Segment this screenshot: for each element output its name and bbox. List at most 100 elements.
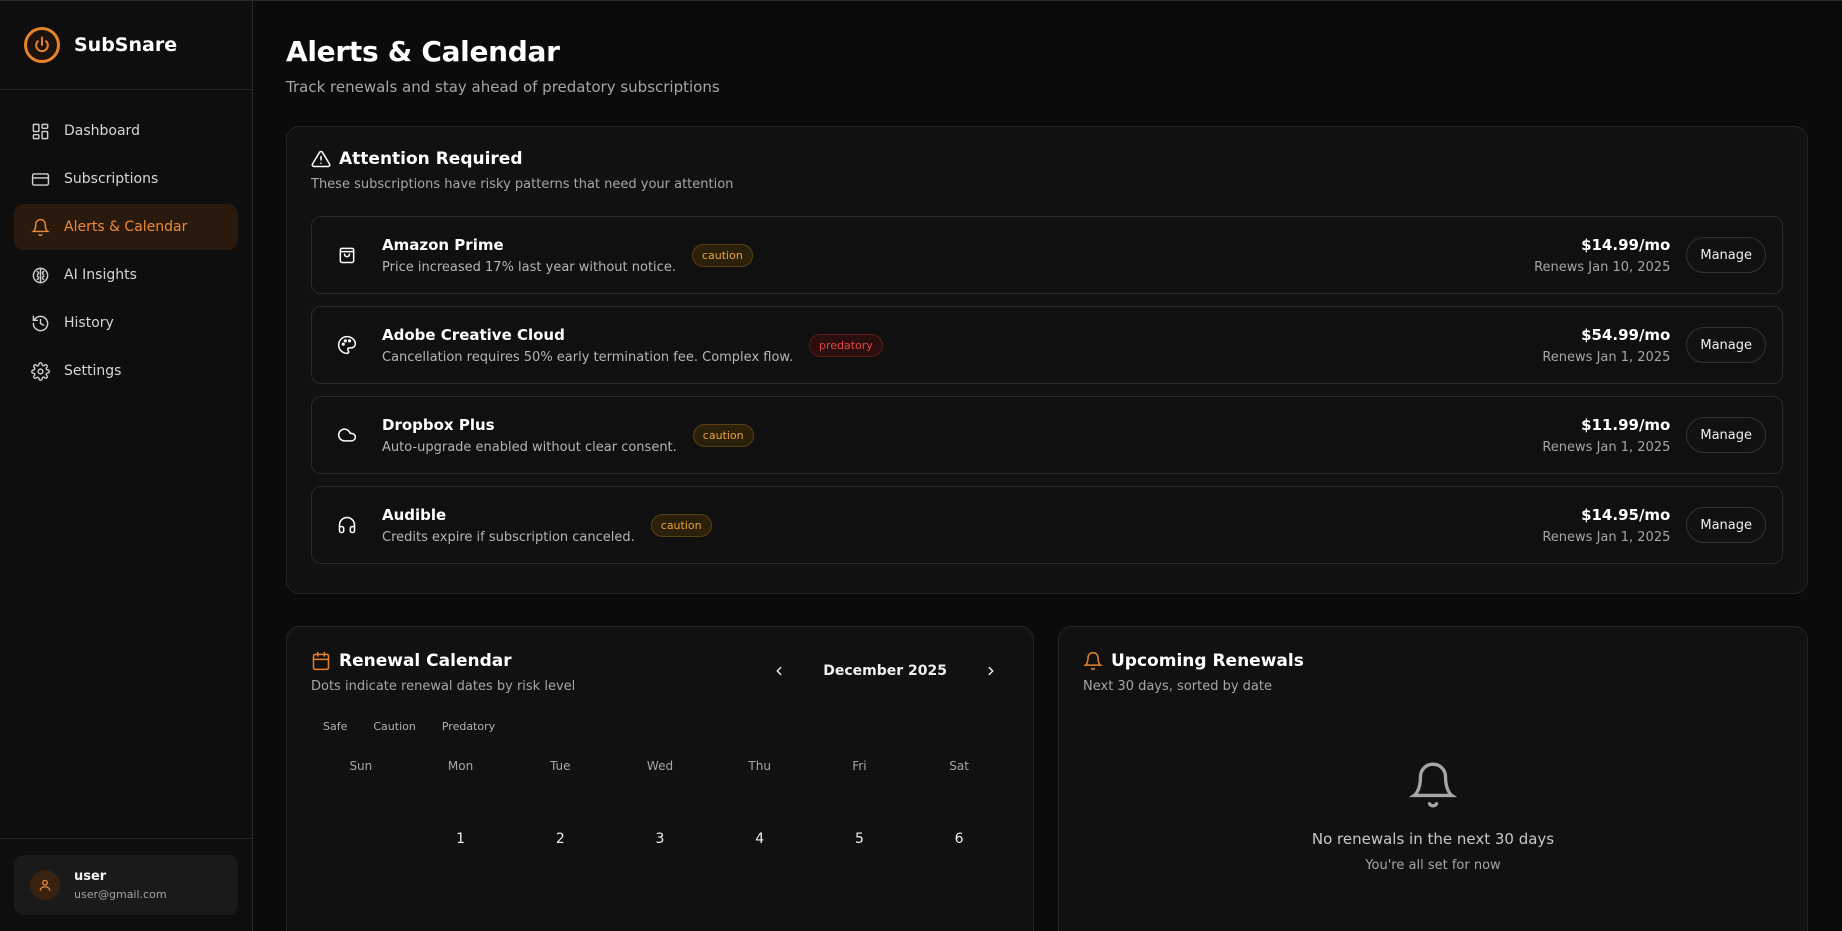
- sidebar-item-alerts-calendar[interactable]: Alerts & Calendar: [14, 204, 238, 250]
- legend-caution: Caution: [373, 720, 416, 733]
- upcoming-title: Upcoming Renewals: [1111, 651, 1304, 671]
- legend-predatory: Predatory: [441, 720, 496, 733]
- calendar-day[interactable]: 1: [411, 831, 511, 847]
- sidebar-item-label: Alerts & Calendar: [64, 219, 188, 235]
- manage-button[interactable]: Manage: [1686, 237, 1766, 273]
- user-icon: [39, 879, 51, 891]
- user-email: user@gmail.com: [74, 888, 167, 901]
- brand[interactable]: SubSnare: [0, 1, 252, 90]
- status-badge: caution: [650, 513, 712, 537]
- calendar-day[interactable]: 5: [810, 831, 910, 847]
- sidebar-item-label: Settings: [64, 363, 122, 379]
- chevron-left-icon: [776, 666, 782, 676]
- alert-row-amazon-prime: Amazon Prime Price increased 17% last ye…: [311, 216, 1783, 294]
- calendar-day[interactable]: 3: [610, 831, 710, 847]
- chevron-right-icon: [988, 666, 994, 676]
- headphones-icon: [336, 514, 358, 536]
- sidebar-nav: Dashboard Subscriptions Alerts & Calenda…: [0, 90, 252, 396]
- prev-month-button[interactable]: [767, 659, 791, 683]
- calendar-icon: [312, 651, 330, 671]
- alert-reason: Cancellation requires 50% early terminat…: [382, 349, 793, 365]
- user-area: user user@gmail.com: [0, 838, 252, 931]
- shopping-bag-icon: [336, 244, 358, 266]
- alert-name: Amazon Prime: [382, 235, 504, 254]
- sidebar-item-label: AI Insights: [64, 267, 137, 283]
- calendar-days: 1 2 3 4 5 6: [311, 831, 1009, 847]
- status-badge: caution: [692, 423, 754, 447]
- sidebar-item-label: Dashboard: [64, 123, 140, 139]
- manage-button[interactable]: Manage: [1686, 417, 1766, 453]
- alert-row-adobe-creative-cloud: Adobe Creative Cloud Cancellation requir…: [311, 306, 1783, 384]
- sidebar-item-label: History: [64, 315, 114, 331]
- status-badge: predatory: [808, 333, 883, 357]
- gear-icon: [30, 361, 50, 381]
- alert-reason: Credits expire if subscription canceled.: [382, 529, 635, 545]
- month-label: December 2025: [823, 663, 947, 679]
- alert-price: $54.99/mo: [1581, 325, 1671, 344]
- alert-renews: Renews Jan 1, 2025: [1542, 439, 1671, 455]
- manage-button[interactable]: Manage: [1686, 327, 1766, 363]
- empty-state: No renewals in the next 30 days You're a…: [1083, 760, 1783, 873]
- brand-name: SubSnare: [74, 34, 178, 56]
- weekday-label: Thu: [748, 759, 771, 773]
- legend-safe: Safe: [323, 720, 348, 733]
- alert-row-audible: Audible Credits expire if subscription c…: [311, 486, 1783, 564]
- alert-name: Dropbox Plus: [382, 415, 495, 434]
- calendar-description: Dots indicate renewal dates by risk leve…: [311, 679, 576, 694]
- grid-icon: [30, 121, 50, 141]
- alert-reason: Price increased 17% last year without no…: [382, 259, 676, 275]
- calendar-day-empty: [311, 831, 411, 847]
- calendar-title: Renewal Calendar: [339, 651, 512, 671]
- calendar-day[interactable]: 6: [909, 831, 1009, 847]
- calendar-day[interactable]: 4: [710, 831, 810, 847]
- user-name: user: [74, 869, 107, 884]
- alert-name: Audible: [382, 505, 447, 524]
- empty-state-title: No renewals in the next 30 days: [1311, 830, 1555, 848]
- weekday-label: Tue: [550, 759, 571, 773]
- alert-renews: Renews Jan 1, 2025: [1542, 349, 1671, 365]
- attention-description: These subscriptions have risky patterns …: [311, 177, 734, 192]
- weekday-label: Fri: [852, 759, 867, 773]
- sidebar-item-dashboard[interactable]: Dashboard: [14, 108, 238, 154]
- user-card[interactable]: user user@gmail.com: [14, 855, 238, 915]
- sidebar-item-label: Subscriptions: [64, 171, 159, 187]
- alert-renews: Renews Jan 1, 2025: [1542, 529, 1671, 545]
- empty-state-subtitle: You're all set for now: [1365, 858, 1501, 873]
- alert-name: Adobe Creative Cloud: [382, 325, 565, 344]
- weekday-label: Mon: [447, 759, 474, 773]
- alert-list: Amazon Prime Price increased 17% last ye…: [311, 216, 1783, 564]
- alert-price: $14.95/mo: [1581, 505, 1671, 524]
- palette-icon: [336, 334, 358, 356]
- next-month-button[interactable]: [979, 659, 1003, 683]
- month-navigation: December 2025: [767, 659, 1003, 683]
- sidebar-item-settings[interactable]: Settings: [14, 348, 238, 394]
- warning-triangle-icon: [311, 150, 331, 168]
- renewal-calendar-card: Renewal Calendar Dots indicate renewal d…: [286, 626, 1034, 931]
- credit-card-icon: [30, 169, 50, 189]
- main-content: Alerts & Calendar Track renewals and sta…: [253, 1, 1842, 931]
- brand-logo-icon: [24, 27, 60, 63]
- bell-icon: [1083, 651, 1103, 671]
- calendar-legend: Safe Caution Predatory: [311, 720, 1009, 733]
- sidebar-item-subscriptions[interactable]: Subscriptions: [14, 156, 238, 202]
- manage-button[interactable]: Manage: [1686, 507, 1766, 543]
- sidebar-item-ai-insights[interactable]: AI Insights: [14, 252, 238, 298]
- calendar-day[interactable]: 2: [510, 831, 610, 847]
- weekday-label: Wed: [646, 759, 674, 773]
- alert-reason: Auto-upgrade enabled without clear conse…: [382, 439, 677, 455]
- page-subtitle: Track renewals and stay ahead of predato…: [286, 78, 720, 96]
- status-badge: caution: [691, 243, 753, 267]
- sidebar: SubSnare Dashboard Subscriptions Alerts …: [0, 1, 253, 931]
- attention-title: Attention Required: [339, 149, 523, 169]
- history-icon: [30, 313, 50, 333]
- sidebar-item-history[interactable]: History: [14, 300, 238, 346]
- calendar-weekdays: Sun Mon Tue Wed Thu Fri Sat: [311, 759, 1009, 773]
- upcoming-description: Next 30 days, sorted by date: [1083, 679, 1272, 694]
- alert-renews: Renews Jan 10, 2025: [1534, 259, 1671, 275]
- bell-icon: [1408, 762, 1458, 808]
- bell-icon: [30, 217, 50, 237]
- app-shell: SubSnare Dashboard Subscriptions Alerts …: [0, 0, 1842, 931]
- weekday-label: Sat: [949, 759, 969, 773]
- alert-price: $11.99/mo: [1581, 415, 1671, 434]
- avatar: [30, 870, 60, 900]
